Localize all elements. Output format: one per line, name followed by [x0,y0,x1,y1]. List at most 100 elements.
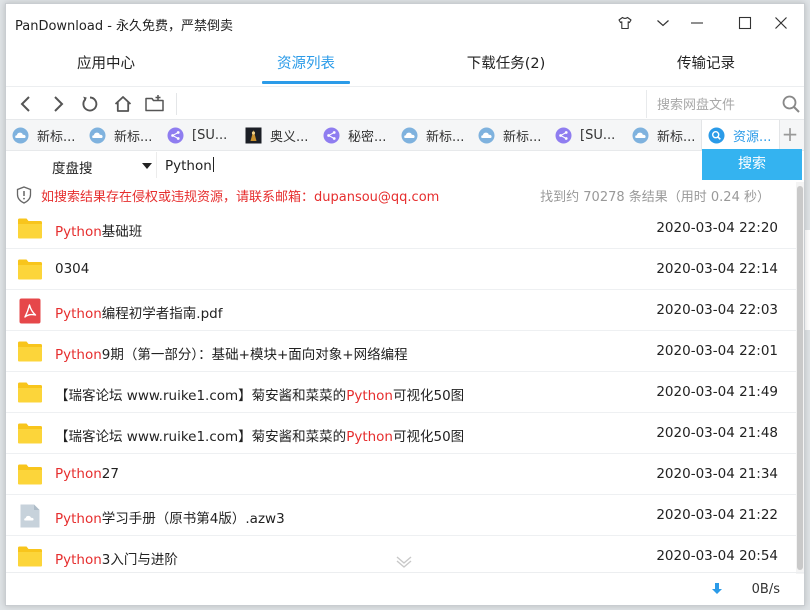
scrollbar-thumb[interactable] [797,186,803,570]
result-row[interactable]: Python编程初学者指南.pdf 2020-03-04 22:03 [6,290,798,331]
search-icon [708,127,725,144]
browser-tab[interactable]: 新标... [472,120,549,150]
forward-button[interactable] [46,92,70,116]
search-row: 度盘搜 Python 搜索 [6,149,804,181]
share-icon [555,127,572,144]
search-icon[interactable] [781,94,801,114]
result-name[interactable]: 【瑞客论坛 www.ruike1.com】菊安酱和菜菜的Python可视化50图 [55,425,464,445]
maximize-button[interactable] [730,10,760,36]
new-tab-button[interactable]: + [780,124,800,144]
browser-tab-label: 新标... [37,129,76,145]
result-date: 2020-03-04 22:01 [656,343,778,359]
tab-download-tasks[interactable]: 下载任务(2) [406,48,606,86]
result-name-part: 编程初学者指南.pdf [101,306,223,322]
cloud-icon [632,127,649,144]
result-name[interactable]: Python9期（第一部分）：基础+模块+面向对象+网络编程 [55,343,408,363]
file-icon [17,503,43,528]
browser-tab[interactable]: 新标... [6,120,83,150]
browser-tab-strip: + 新标... 新标... [SU... 奥义... 秘密... 新标... 新标... [S… [6,119,804,151]
back-button[interactable] [14,92,38,116]
search-engine-value: 度盘搜 [52,161,93,177]
folder-icon [17,380,43,404]
result-name-part: 基础班 [101,224,143,240]
result-count: 找到约 70278 条结果（用时 0.24 秒） [540,190,770,205]
result-row[interactable]: Python9期（第一部分）：基础+模块+面向对象+网络编程 2020-03-04… [6,331,798,372]
active-tab-indicator [262,81,350,84]
result-row[interactable]: Python基础班 2020-03-04 22:20 [6,208,798,249]
thumbnail-icon [245,127,262,144]
result-row[interactable]: Python27 2020-03-04 21:34 [6,454,798,495]
search-query-input[interactable]: Python [156,152,702,178]
result-row[interactable]: Python学习手册（原书第4版）.azw3 2020-03-04 21:22 [6,495,798,536]
folder-icon [17,544,43,568]
tab-transfer-history[interactable]: 传输记录 [606,48,804,86]
cloud-icon [89,127,106,144]
cloud-search-box [646,90,803,118]
tab-label: 应用中心 [77,56,135,72]
home-icon [114,96,132,112]
text-cursor [212,157,214,172]
caret-down-icon [142,163,152,169]
home-button[interactable] [111,92,135,116]
result-name-part: 0304 [55,261,90,277]
result-name-part: 9期（第一部分）：基础+模块+面向对象+网络编程 [101,347,408,363]
scrollbar[interactable] [796,182,804,574]
share-icon [323,127,340,144]
result-row[interactable]: 0304 2020-03-04 22:14 [6,249,798,290]
browser-tab-label: 新标... [114,129,153,145]
result-date: 2020-03-04 22:14 [656,261,778,277]
result-name[interactable]: 0304 [55,261,89,277]
browser-tab[interactable]: 新标... [83,120,160,150]
cloud-icon [401,127,418,144]
new-folder-button[interactable] [143,92,167,116]
search-button[interactable]: 搜索 [702,149,802,180]
result-name[interactable]: Python基础班 [55,220,142,240]
tab-resource-list[interactable]: 资源列表 [206,48,406,86]
browser-tab[interactable]: 新标... [395,120,472,150]
browser-tab[interactable]: [SU... [161,120,238,150]
result-name[interactable]: Python27 [55,466,119,482]
skin-button[interactable] [610,10,640,36]
search-engine-select[interactable]: 度盘搜 [16,152,156,178]
browser-tab[interactable]: [SU... [549,120,626,150]
result-date: 2020-03-04 21:22 [656,507,778,523]
result-row[interactable]: 【瑞客论坛 www.ruike1.com】菊安酱和菜菜的Python可视化50图… [6,413,798,454]
cloud-icon [12,127,29,144]
folder-icon [17,216,43,240]
scroll-more-icon[interactable] [394,554,414,568]
tab-app-center[interactable]: 应用中心 [6,48,206,86]
refresh-button[interactable] [78,92,102,116]
result-name-part: 可视化50图 [392,388,465,404]
cloud-icon [478,127,495,144]
result-row[interactable]: 【瑞客论坛 www.ruike1.com】菊安酱和菜菜的Python可视化50图… [6,372,798,413]
result-name[interactable]: Python编程初学者指南.pdf [55,302,222,322]
browser-tab[interactable]: 新标... [626,120,703,150]
tab-label: 传输记录 [677,56,735,72]
share-icon [167,127,184,144]
chevron-right-icon [54,96,64,112]
browser-tab[interactable]: 资源... [701,120,780,150]
search-query-text: Python [165,157,214,174]
dropdown-button[interactable] [648,10,678,36]
keyword-highlight: Python [55,511,102,527]
result-name[interactable]: 【瑞客论坛 www.ruike1.com】菊安酱和菜菜的Python可视化50图 [55,384,464,404]
result-name[interactable]: Python3入门与进阶 [55,548,178,568]
browser-tab-label: 奥义... [270,129,309,145]
app-window: PanDownload - 永久免费，严禁倒卖 应用中心 资源列表 下载任务(2… [5,3,805,606]
close-button[interactable] [766,10,796,36]
result-date: 2020-03-04 21:49 [656,384,778,400]
shirt-icon [618,16,632,30]
result-date: 2020-03-04 20:54 [656,548,778,564]
result-name[interactable]: Python学习手册（原书第4版）.azw3 [55,507,285,527]
minimize-button[interactable] [682,10,712,36]
folder-icon [17,257,43,281]
browser-tab-label: [SU... [580,127,616,143]
search-query-value: Python [165,158,212,174]
tab-label: 下载任务(2) [466,56,546,72]
pdf-icon [17,298,43,324]
toolbar-divider [176,93,177,115]
cloud-search-input[interactable] [655,94,777,116]
browser-tab[interactable]: 秘密... [317,120,394,150]
browser-tab[interactable]: 奥义... [239,120,316,150]
keyword-highlight: Python [346,388,393,404]
